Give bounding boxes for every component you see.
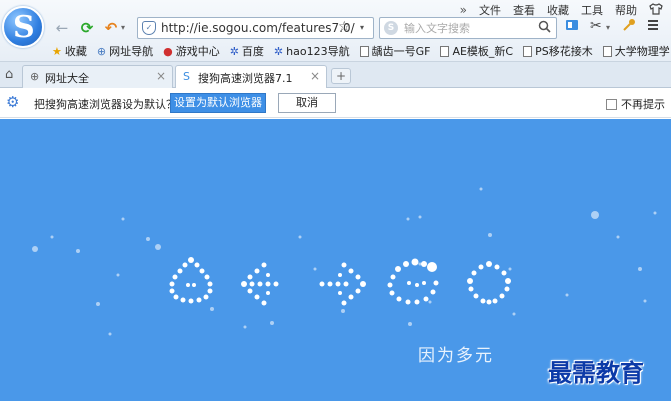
fav-item-gf[interactable]: 龋齿一号GF <box>359 43 431 59</box>
fav-label: 收藏 <box>64 45 87 58</box>
feature-icon-2 <box>241 262 279 306</box>
key-icon[interactable] <box>622 18 636 36</box>
address-url[interactable]: http://ie.sogou.com/features7.0/ <box>161 21 355 35</box>
bookmark-star-icon[interactable]: ☆ <box>338 19 351 35</box>
fav-item-nav[interactable]: ⊕ 网址导航 <box>97 43 153 59</box>
feature-icon-4 <box>387 258 439 305</box>
globe-icon: ⊕ <box>96 44 107 58</box>
tab-url-directory[interactable]: ⊕ 网址大全 × <box>22 65 173 88</box>
watermark-text: 最需教育 <box>548 358 644 387</box>
feature-icon-3 <box>319 262 366 306</box>
globe-icon: ⊕ <box>30 70 40 83</box>
close-icon[interactable]: × <box>156 69 166 83</box>
no-prompt-checkbox[interactable] <box>606 98 617 110</box>
back-icon[interactable]: ← <box>53 19 71 37</box>
default-browser-bar: ⚙ 把搜狗高速浏览器设为默认？ 设置为默认浏览器 取消 不再提示 <box>0 88 671 118</box>
tab-sogou-browser[interactable]: S 搜狗高速浏览器7.1 × <box>175 65 327 88</box>
menu-tools[interactable]: 工具 <box>581 2 603 18</box>
address-bar[interactable]: ✓ http://ie.sogou.com/features7.0/ ☆ ▾ <box>137 17 374 39</box>
menu-overflow-icon[interactable]: » <box>460 3 467 17</box>
fav-label: 龋齿一号GF <box>371 45 431 58</box>
fav-item-ae[interactable]: AE模板_新C <box>440 43 513 59</box>
scissors-icon[interactable]: ✂ <box>590 18 602 34</box>
fav-label: hao123导航 <box>286 45 350 58</box>
search-input[interactable] <box>404 20 529 36</box>
browser-toolbar: S » 文件 查看 收藏 工具 帮助 ← ⟳ ↶ ▾ ✓ http://ie.s… <box>0 0 671 62</box>
fav-item-games[interactable]: ● 游戏中心 <box>163 43 220 59</box>
menu-favorites[interactable]: 收藏 <box>547 2 569 18</box>
menu-icon[interactable] <box>646 18 660 36</box>
menu-file[interactable]: 文件 <box>479 2 501 18</box>
menu-help[interactable]: 帮助 <box>615 2 637 18</box>
fav-label: 网址导航 <box>109 45 154 58</box>
logo-s-glyph: S <box>13 10 35 45</box>
new-tab-button[interactable]: + <box>331 68 351 84</box>
fav-item-baidu[interactable]: ✲ 百度 <box>230 43 264 59</box>
fav-label: 大学物理学 <box>614 45 670 58</box>
sidebar-toggle-icon[interactable] <box>565 18 579 36</box>
feature-hero: 因为多元 最需教育 <box>0 119 671 401</box>
star-icon: ★ <box>52 44 62 58</box>
fav-item-collect[interactable]: ★ 收藏 <box>52 43 87 59</box>
search-box: S <box>379 17 557 39</box>
search-engine-icon[interactable]: S <box>384 21 398 35</box>
favorites-bar: ★ 收藏 ⊕ 网址导航 ● 游戏中心 ✲ 百度 ✲ hao123导航 龋齿一号GF AE模… <box>52 43 670 59</box>
fav-item-hao123[interactable]: ✲ hao123导航 <box>274 43 350 59</box>
baidu-paw-icon: ✲ <box>273 44 284 58</box>
menu-view[interactable]: 查看 <box>513 2 535 18</box>
no-prompt-option[interactable]: 不再提示 <box>606 96 665 112</box>
hero-slogan: 因为多元 <box>418 346 494 366</box>
particles <box>32 187 657 336</box>
tab-strip: ⌂ ⊕ 网址大全 × S 搜狗高速浏览器7.1 × + <box>0 62 671 88</box>
sogou-tab-icon: S <box>183 70 190 83</box>
feature-icon-5 <box>467 261 511 305</box>
page-icon <box>440 45 450 57</box>
fav-item-physics[interactable]: 大学物理学 <box>602 43 670 59</box>
fav-label: PS移花接木 <box>535 45 593 58</box>
feature-icon-1 <box>169 257 213 304</box>
page-icon <box>359 45 369 57</box>
gear-icon: ⚙ <box>6 93 20 111</box>
sogou-logo[interactable]: S <box>2 6 44 48</box>
fav-label: 百度 <box>241 45 264 58</box>
search-icon[interactable] <box>538 20 551 37</box>
fav-label: AE模板_新C <box>452 45 514 58</box>
close-icon[interactable]: × <box>310 69 320 83</box>
page-icon <box>602 45 612 57</box>
baidu-paw-icon: ✲ <box>229 44 239 58</box>
fav-item-ps[interactable]: PS移花接木 <box>523 43 593 59</box>
tab-label: 搜狗高速浏览器7.1 <box>198 72 293 85</box>
game-icon: ● <box>163 44 173 58</box>
home-icon[interactable]: ⌂ <box>5 67 13 82</box>
fav-label: 游戏中心 <box>175 45 220 58</box>
scissors-dropdown-icon[interactable]: ▾ <box>606 23 610 32</box>
page-icon <box>523 45 533 57</box>
no-prompt-label: 不再提示 <box>621 98 665 111</box>
address-dropdown-icon[interactable]: ▾ <box>360 23 364 32</box>
shield-icon: ✓ <box>142 21 156 35</box>
default-browser-message: 把搜狗高速浏览器设为默认？ <box>34 98 177 111</box>
set-default-button[interactable]: 设置为默认浏览器 <box>170 93 266 113</box>
shirt-icon[interactable] <box>649 2 663 18</box>
tab-label: 网址大全 <box>45 72 89 85</box>
undo-dropdown-icon[interactable]: ▾ <box>118 19 128 37</box>
menu-bar: » 文件 查看 收藏 工具 帮助 <box>460 2 663 18</box>
cancel-button[interactable]: 取消 <box>278 93 336 113</box>
refresh-icon[interactable]: ⟳ <box>78 19 96 37</box>
